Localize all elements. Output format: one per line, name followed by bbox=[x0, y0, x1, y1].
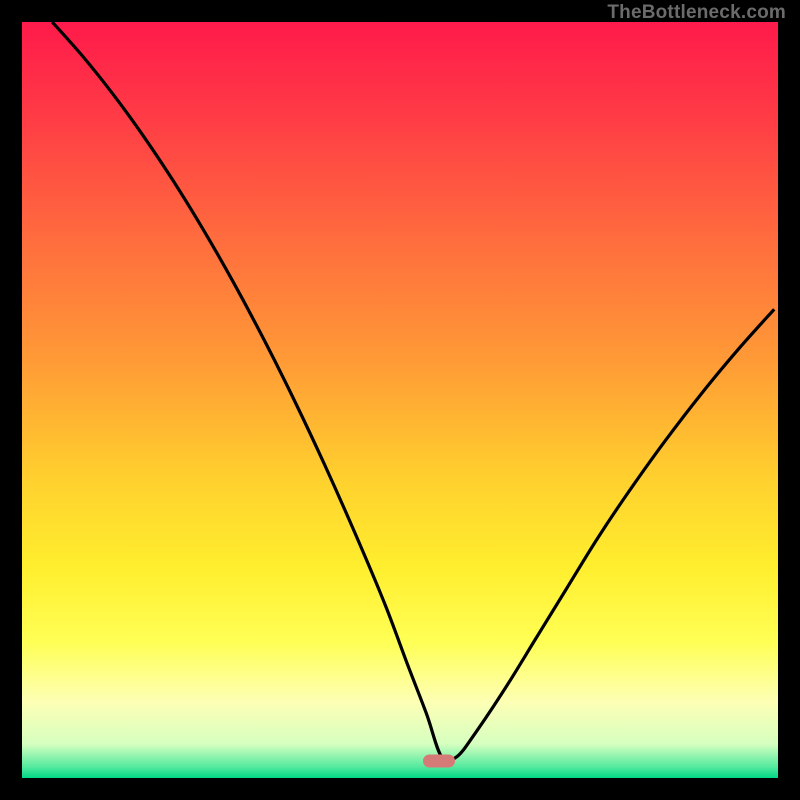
watermark-text: TheBottleneck.com bbox=[607, 2, 786, 24]
bottleneck-curve bbox=[52, 22, 774, 761]
curve-layer bbox=[22, 22, 778, 778]
optimal-marker bbox=[423, 755, 455, 768]
chart-frame: TheBottleneck.com bbox=[0, 0, 800, 800]
plot-area bbox=[22, 22, 778, 778]
